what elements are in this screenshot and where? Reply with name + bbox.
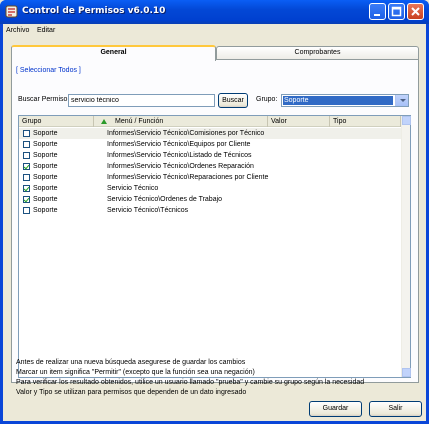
cell-function: Informes\Servicio Técnico\Listado de Téc… <box>107 152 252 159</box>
cell-function: Informes\Servicio Técnico\Reparaciones p… <box>107 174 269 181</box>
cell-function: Informes\Servicio Técnico\Comisiones por… <box>107 130 265 137</box>
cell-function: Informes\Servicio Técnico\Equipos por Cl… <box>107 141 251 148</box>
window-title: Control de Permisos v6.0.10 <box>22 6 166 16</box>
cell-group: Soporte <box>33 185 58 192</box>
minimize-icon <box>374 14 380 16</box>
table-row[interactable]: Soporte Informes\Servicio Técnico\Reparac… <box>19 172 401 183</box>
close-icon <box>411 7 420 16</box>
search-input[interactable] <box>68 94 215 107</box>
cell-group: Soporte <box>33 141 58 148</box>
cell-group: Soporte <box>33 163 58 170</box>
menu-bar: Archivo Editar <box>3 26 426 38</box>
title-bar[interactable]: Control de Permisos v6.0.10 <box>0 0 429 24</box>
row-checkbox[interactable] <box>23 141 30 148</box>
table-row[interactable]: Soporte Servicio Técnico\Ordenes de Traba… <box>19 194 401 205</box>
group-select-value: Soporte <box>283 96 393 105</box>
row-checkbox[interactable] <box>23 196 30 203</box>
minimize-button[interactable] <box>369 3 386 20</box>
maximize-button[interactable] <box>388 3 405 20</box>
search-button[interactable]: Buscar <box>218 93 248 108</box>
table-row[interactable]: Soporte Informes\Servicio Técnico\Ordenes… <box>19 161 401 172</box>
dropdown-arrow-icon[interactable] <box>395 95 408 106</box>
table-row[interactable]: Soporte Servicio Técnico <box>19 183 401 194</box>
table-row[interactable]: Soporte Informes\Servicio Técnico\Listado… <box>19 150 401 161</box>
cell-group: Soporte <box>33 152 58 159</box>
col-header-menu-label: Menú / Función <box>115 118 164 125</box>
maximize-icon <box>391 6 402 17</box>
group-select[interactable]: Soporte <box>281 94 409 107</box>
menu-editar[interactable]: Editar <box>37 27 55 34</box>
row-checkbox[interactable] <box>23 174 30 181</box>
tab-general[interactable]: General <box>11 45 216 61</box>
vertical-scrollbar[interactable] <box>401 116 411 377</box>
tab-comprobantes[interactable]: Comprobantes <box>216 46 419 60</box>
col-header-grupo[interactable]: Grupo <box>19 116 94 127</box>
row-checkbox[interactable] <box>23 185 30 192</box>
row-checkbox[interactable] <box>23 163 30 170</box>
cell-function: Informes\Servicio Técnico\Ordenes Repara… <box>107 163 254 170</box>
cell-function: Servicio Técnico\Ordenes de Trabajo <box>107 196 223 203</box>
group-label: Grupo: <box>256 96 278 103</box>
general-panel: [ Seleccionar Todos ] Buscar Permiso: Bu… <box>11 59 419 383</box>
row-checkbox[interactable] <box>23 130 30 137</box>
search-label: Buscar Permiso: <box>18 96 70 103</box>
col-header-menu[interactable]: Menú / Función <box>94 116 268 127</box>
col-header-tipo[interactable]: Tipo <box>330 116 401 127</box>
cell-group: Soporte <box>33 130 58 137</box>
help-notes: Antes de realizar una nueva búsqueda ase… <box>16 358 364 398</box>
table-row[interactable]: Soporte Informes\Servicio Técnico\Comisio… <box>19 128 401 139</box>
cell-function: Servicio Técnico\Técnicos <box>107 207 189 214</box>
exit-button[interactable]: Salir <box>369 401 422 417</box>
scroll-down-button[interactable] <box>402 368 411 377</box>
col-header-valor[interactable]: Valor <box>268 116 330 127</box>
permissions-grid[interactable]: Grupo Menú / Función Valor Tipo Soporte I… <box>18 115 411 378</box>
cell-group: Soporte <box>33 196 58 203</box>
tab-control: General Comprobantes [ Seleccionar Todos… <box>11 45 419 383</box>
sort-arrow-icon <box>101 118 107 124</box>
save-button[interactable]: Guardar <box>309 401 362 417</box>
grid-header: Grupo Menú / Función Valor Tipo <box>19 116 410 127</box>
app-icon <box>5 5 18 18</box>
note-line: Valor y Tipo se utilizan para permisos q… <box>16 389 247 396</box>
row-checkbox[interactable] <box>23 207 30 214</box>
cell-function: Servicio Técnico <box>107 185 159 192</box>
window-client: Archivo Editar General Comprobantes [ Se… <box>3 24 426 421</box>
app-window: Control de Permisos v6.0.10 Archivo Edit… <box>0 0 429 424</box>
note-line: Para verificar los resultado obtenidos, … <box>16 379 365 386</box>
select-all-link[interactable]: [ Seleccionar Todos ] <box>16 67 81 74</box>
table-row[interactable]: Soporte Informes\Servicio Técnico\Equipos… <box>19 139 401 150</box>
scroll-up-button[interactable] <box>402 116 411 125</box>
table-row[interactable]: Soporte Servicio Técnico\Técnicos <box>19 205 401 216</box>
cell-group: Soporte <box>33 174 58 181</box>
menu-archivo[interactable]: Archivo <box>6 27 29 34</box>
note-line: Antes de realizar una nueva búsqueda ase… <box>16 359 246 366</box>
cell-group: Soporte <box>33 207 58 214</box>
note-line: Marcar un item significa "Permitir" (exc… <box>16 369 255 376</box>
close-button[interactable] <box>407 3 424 20</box>
row-checkbox[interactable] <box>23 152 30 159</box>
